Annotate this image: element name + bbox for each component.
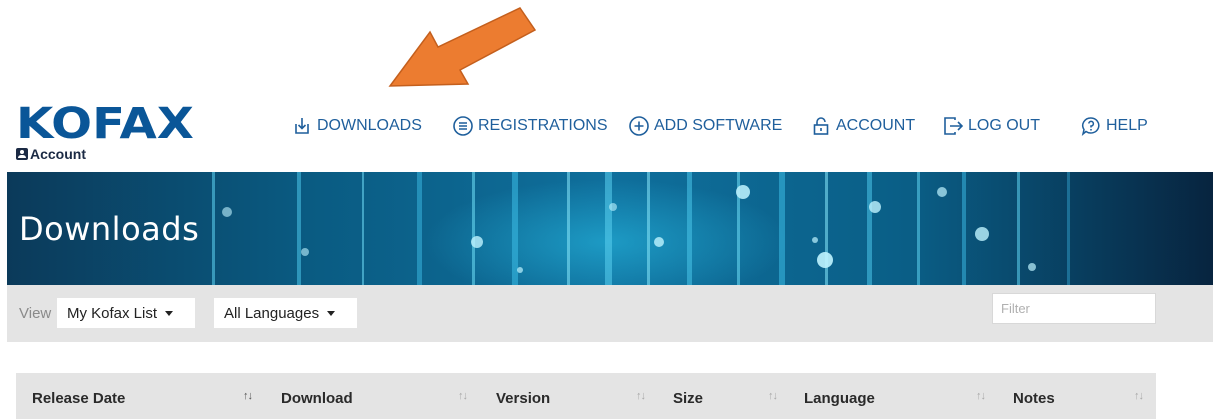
help-bubble-icon: [1081, 117, 1100, 136]
filter-bar: View My Kofax List All Languages: [7, 285, 1213, 342]
nav-account[interactable]: ACCOUNT: [810, 115, 915, 137]
sort-icon[interactable]: ↑↓: [976, 390, 986, 402]
sort-icon[interactable]: ↑↓: [1134, 390, 1144, 402]
view-dropdown[interactable]: My Kofax List: [57, 298, 195, 328]
page-title: Downloads: [19, 210, 200, 248]
language-dropdown[interactable]: All Languages: [214, 298, 357, 328]
list-circle-icon: [453, 116, 473, 136]
page-banner: Downloads: [7, 172, 1213, 285]
nav-log-out-label: LOG OUT: [968, 117, 1041, 134]
lock-icon: [813, 117, 829, 135]
nav-help-label: HELP: [1106, 117, 1148, 134]
nav-downloads-label: DOWNLOADS: [317, 117, 422, 134]
view-dropdown-value: My Kofax List: [67, 304, 158, 322]
nav-downloads[interactable]: DOWNLOADS: [291, 115, 422, 137]
sort-icon[interactable]: ↑↓: [458, 390, 468, 402]
nav-registrations[interactable]: REGISTRATIONS: [452, 115, 608, 137]
download-icon: [295, 118, 309, 134]
caret-down-icon: [165, 310, 174, 316]
nav-account-label: ACCOUNT: [836, 117, 916, 134]
column-header-download[interactable]: Download: [281, 390, 353, 407]
column-header-language[interactable]: Language: [804, 390, 875, 407]
brand-logo[interactable]: KOFAX Account: [16, 103, 194, 162]
column-header-release-date[interactable]: Release Date: [32, 390, 125, 407]
nav-add-software-label: ADD SOFTWARE: [654, 117, 783, 134]
filter-input[interactable]: [992, 293, 1156, 324]
id-card-icon: [16, 148, 28, 160]
language-dropdown-value: All Languages: [224, 304, 320, 322]
nav-registrations-label: REGISTRATIONS: [478, 117, 608, 134]
sort-icon[interactable]: ↑↓: [768, 390, 778, 402]
column-header-notes[interactable]: Notes: [1013, 390, 1055, 407]
sort-icon[interactable]: ↑↓: [636, 390, 646, 402]
plus-circle-icon: [629, 116, 649, 136]
nav-help[interactable]: HELP: [1080, 115, 1148, 137]
sort-icon[interactable]: ↑↓: [243, 390, 253, 402]
column-header-size[interactable]: Size: [673, 390, 703, 407]
logout-icon: [944, 117, 964, 135]
callout-arrow-icon: [388, 7, 537, 87]
column-header-version[interactable]: Version: [496, 390, 550, 407]
downloads-table-header: Release Date ↑↓ Download ↑↓ Version ↑↓ S…: [16, 373, 1156, 419]
nav-add-software[interactable]: ADD SOFTWARE: [628, 115, 782, 137]
view-label: View: [19, 305, 52, 322]
nav-log-out[interactable]: LOG OUT: [942, 115, 1040, 137]
logo-text: KOFAX: [16, 99, 194, 149]
caret-down-icon: [327, 310, 336, 316]
